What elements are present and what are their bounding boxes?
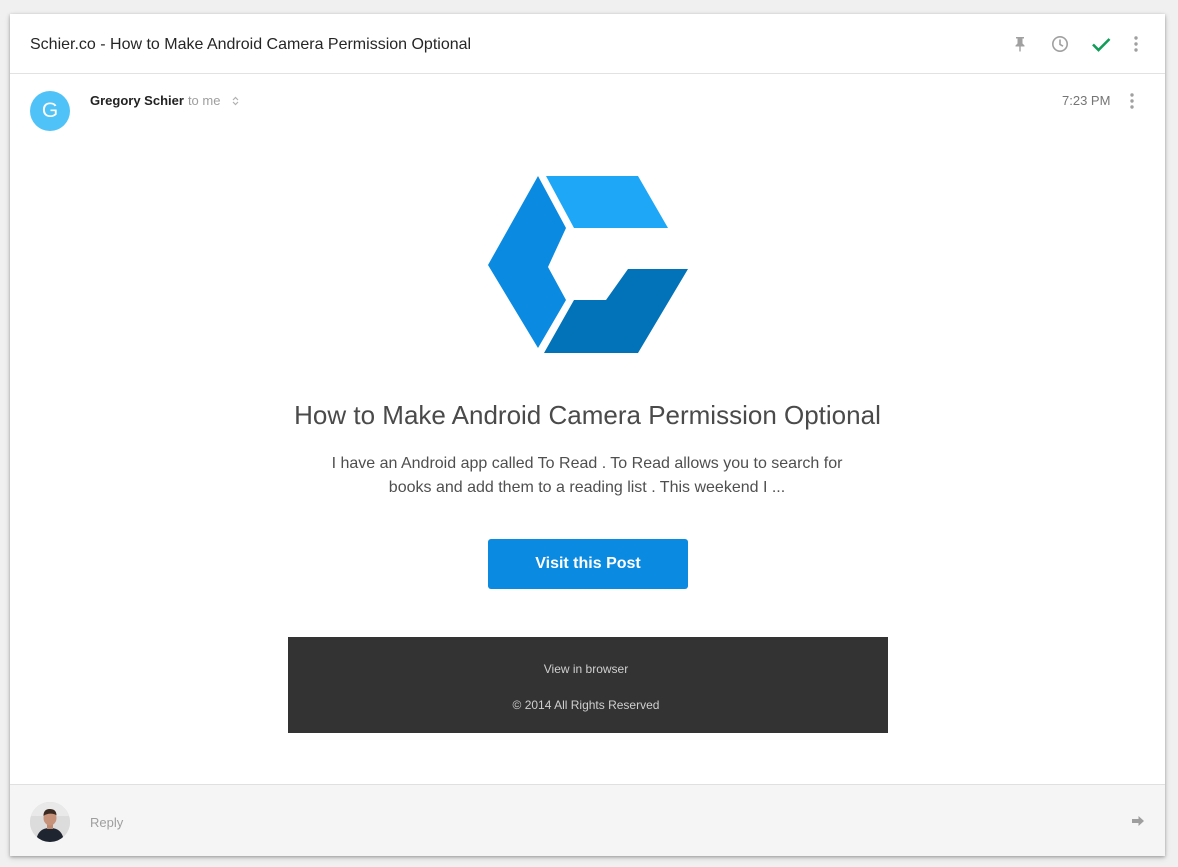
sender-line: Gregory Schier to me xyxy=(90,94,239,109)
sender-name[interactable]: Gregory Schier xyxy=(90,93,184,108)
copyright-text: © 2014 All Rights Reserved xyxy=(512,698,660,712)
email-card: Schier.co - How to Make Android Camera P… xyxy=(10,14,1165,856)
reply-input[interactable] xyxy=(90,814,990,830)
email-subject: Schier.co - How to Make Android Camera P… xyxy=(30,36,472,53)
email-footer: View in browser © 2014 All Rights Reserv… xyxy=(288,637,888,733)
visit-post-button[interactable]: Visit this Post xyxy=(488,539,688,589)
expand-details-icon[interactable] xyxy=(232,95,239,109)
clock-icon[interactable] xyxy=(1051,35,1069,53)
view-in-browser-link[interactable]: View in browser xyxy=(288,662,884,676)
post-excerpt: I have an Android app called To Read . T… xyxy=(331,455,843,496)
recipient-label: to me xyxy=(187,93,221,108)
reply-arrow-icon[interactable] xyxy=(1131,814,1145,828)
check-icon[interactable] xyxy=(1090,33,1112,55)
message-more-icon[interactable] xyxy=(1125,92,1139,110)
subject-bar: Schier.co - How to Make Android Camera P… xyxy=(10,14,1165,74)
sender-avatar[interactable]: G xyxy=(30,91,70,131)
user-avatar xyxy=(30,802,70,842)
post-title: How to Make Android Camera Permission Op… xyxy=(294,400,881,430)
pin-icon[interactable] xyxy=(1011,35,1029,53)
more-vert-icon[interactable] xyxy=(1129,35,1143,53)
message-time: 7:23 PM xyxy=(1062,93,1111,108)
schier-co-logo xyxy=(488,176,688,354)
reply-bar xyxy=(10,784,1165,856)
